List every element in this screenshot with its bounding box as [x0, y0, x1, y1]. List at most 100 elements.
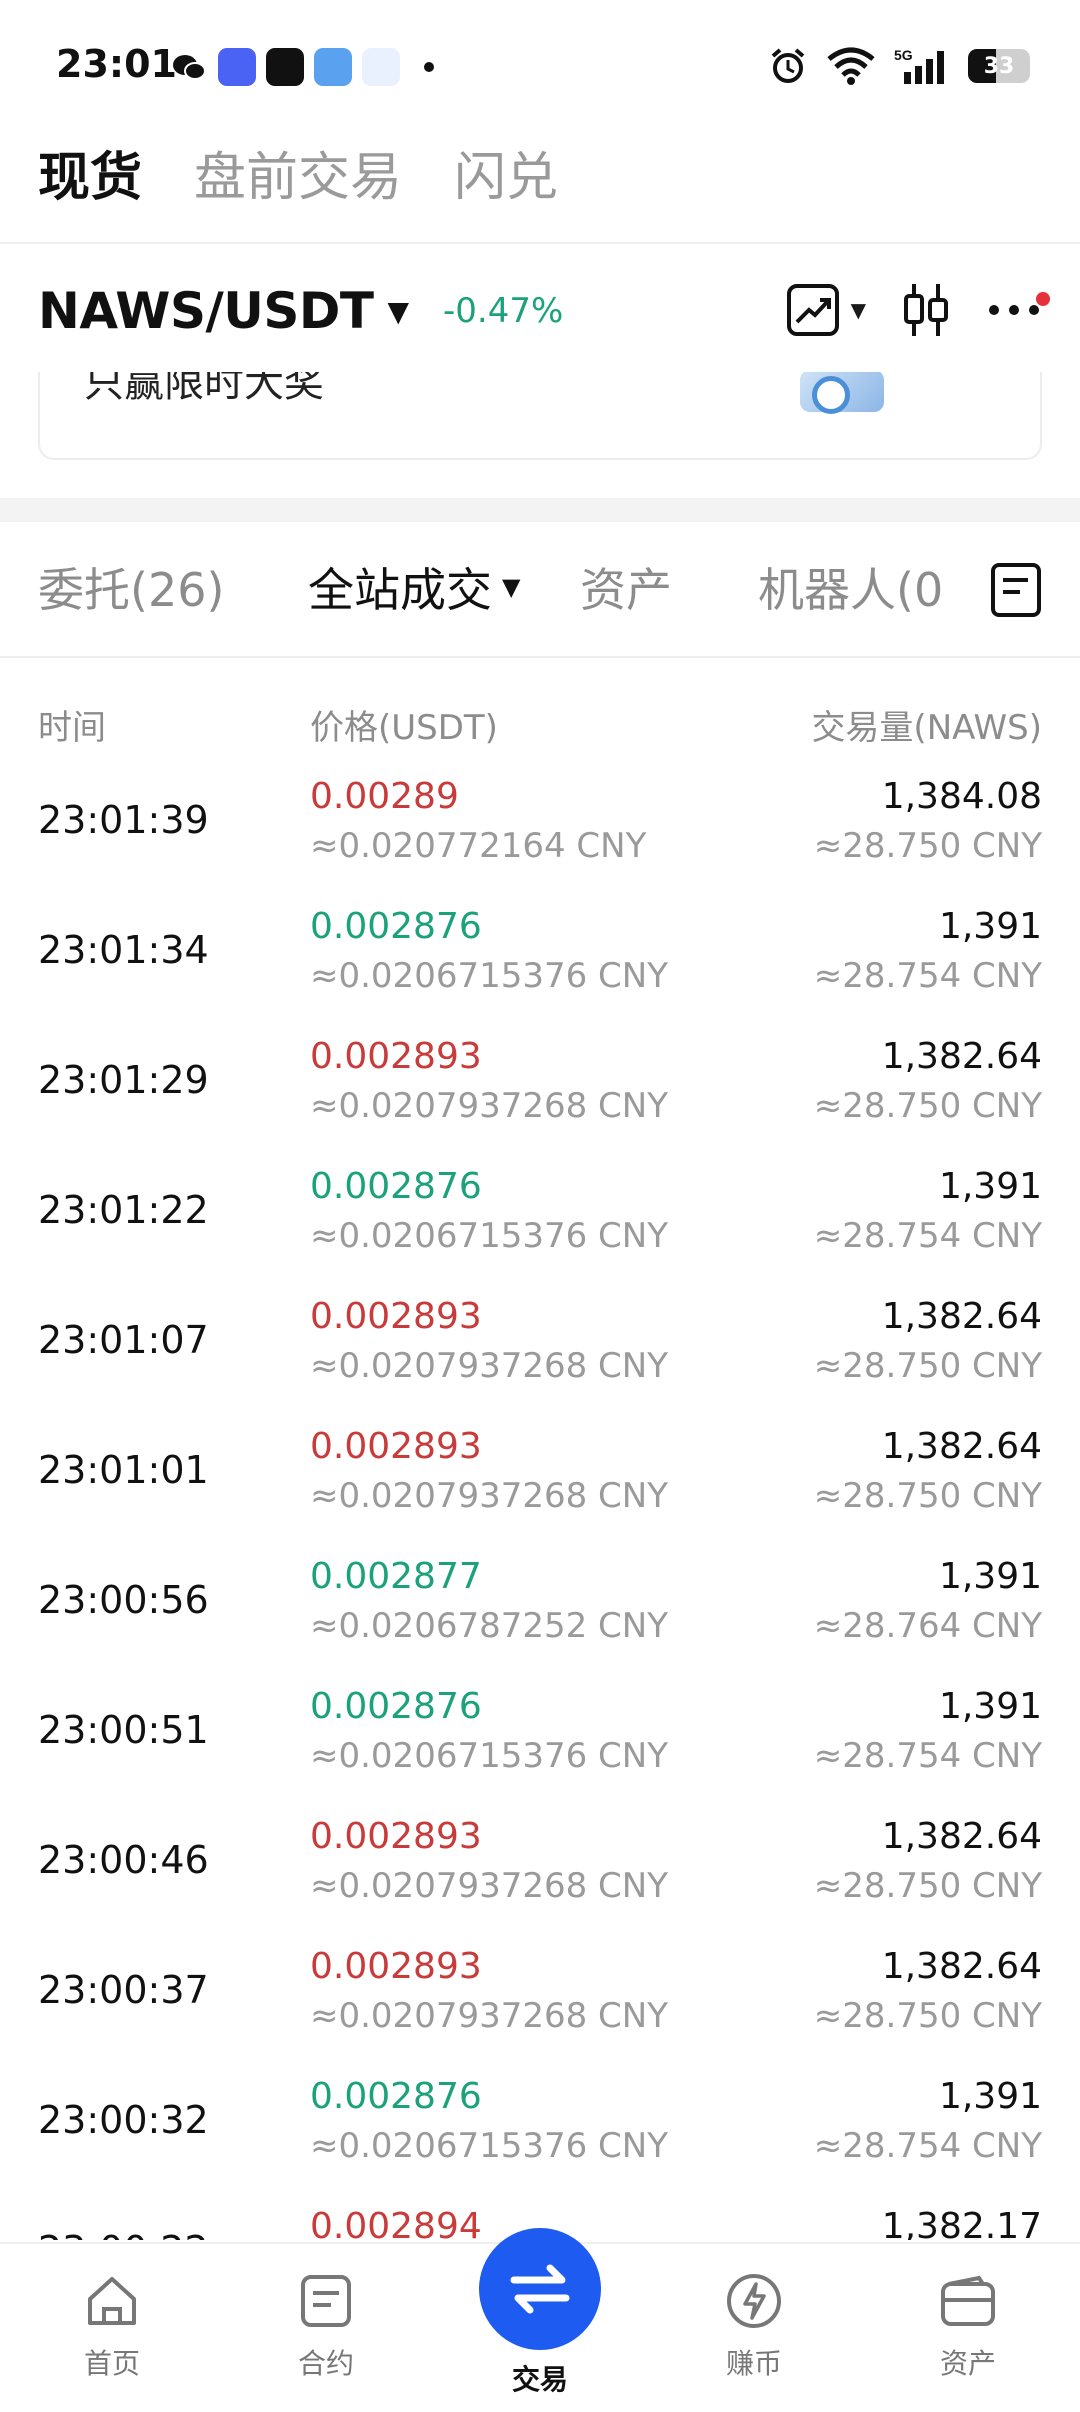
table-row: 23:00:56 0.002877 ≈0.0206787252 CNY 1,391 ≈2… — [38, 1548, 1042, 1678]
table-row: 23:01:39 0.00289 ≈0.020772164 CNY 1,384.08 ≈… — [38, 768, 1042, 898]
pair-header: NAWS/USDT ▼ -0.47% ▼ — [38, 276, 1050, 346]
trade-time: 23:01:39 — [38, 798, 209, 842]
pair-selector[interactable]: NAWS/USDT — [38, 282, 374, 340]
earn-icon — [727, 2274, 781, 2328]
trade-price-cny: ≈0.0207937268 CNY — [310, 1866, 668, 1906]
signal-5g-icon: 5G — [894, 47, 944, 84]
nav-home[interactable]: 首页 — [32, 2266, 192, 2382]
trade-price-cny: ≈0.0206715376 CNY — [310, 956, 668, 996]
status-right: 5G 33 — [768, 46, 1030, 86]
header-price: 价格(USDT) — [310, 708, 498, 748]
trade-time: 23:01:34 — [38, 928, 209, 972]
trade-price-cny: ≈0.0206715376 CNY — [310, 1216, 668, 1256]
kline-button[interactable] — [900, 280, 952, 340]
status-bar: 23:01 5G 33 — [0, 0, 1080, 140]
trade-price: 0.002893 — [310, 1946, 482, 1987]
tab-orders[interactable]: 委托(26) — [38, 554, 224, 620]
caret-down-icon[interactable]: ▼ — [387, 295, 409, 328]
nav-trade-label: 交易 — [511, 2363, 568, 2396]
trade-volume-cny: ≈28.754 CNY — [813, 956, 1042, 996]
top-tabs: 现货 盘前交易 闪兑 — [38, 135, 558, 210]
trade-volume: 1,382.17 — [881, 2206, 1042, 2240]
nav-assets[interactable]: 资产 — [888, 2266, 1048, 2382]
order-history-button[interactable] — [990, 562, 1042, 622]
nav-earn-label: 赚币 — [725, 2347, 782, 2380]
trade-volume: 1,391 — [938, 906, 1042, 947]
trade-volume: 1,382.64 — [881, 1946, 1042, 1987]
tab-pre-market[interactable]: 盘前交易 — [194, 135, 402, 210]
wallet-icon — [941, 2275, 995, 2326]
tab-assets[interactable]: 资产 — [580, 554, 672, 620]
tab-convert[interactable]: 闪兑 — [454, 135, 558, 210]
nav-home-label: 首页 — [83, 2347, 140, 2380]
header-time: 时间 — [38, 708, 106, 748]
chart-toggle-button[interactable]: ▼ — [785, 282, 866, 338]
trade-time: 23:00:37 — [38, 1968, 209, 2012]
trade-time: 23:01:22 — [38, 1188, 209, 1232]
notification-icons — [170, 48, 434, 86]
trade-volume: 1,391 — [938, 1686, 1042, 1727]
table-row: 23:00:51 0.002876 ≈0.0206715376 CNY 1,391 ≈2… — [38, 1678, 1042, 1808]
trade-time: 23:01:07 — [38, 1318, 209, 1362]
swap-icon — [510, 2264, 570, 2314]
promo-banner[interactable]: 只赢限时大奖 — [38, 372, 1042, 460]
trade-price: 0.002893 — [310, 1296, 482, 1337]
weather-icon — [314, 48, 352, 86]
nav-trade[interactable]: 交易 — [460, 2363, 620, 2398]
more-button[interactable] — [986, 292, 1050, 320]
trade-price: 0.002893 — [310, 1816, 482, 1857]
tab-market-trades-label: 全站成交 — [308, 563, 492, 617]
sub-tabs: 委托(26) 全站成交 ▼ 资产 机器人(0 — [38, 552, 1042, 622]
nav-contract[interactable]: 合约 — [246, 2266, 406, 2382]
trade-price-cny: ≈0.020772164 CNY — [310, 826, 647, 866]
trend-chart-icon — [786, 284, 839, 336]
trade-price-cny: ≈0.0206715376 CNY — [310, 2126, 668, 2166]
trade-price: 0.002894 — [310, 2206, 482, 2240]
trade-time: 23:00:56 — [38, 1578, 209, 1622]
trade-volume-cny: ≈28.754 CNY — [813, 1736, 1042, 1776]
trade-volume-cny: ≈28.750 CNY — [813, 1086, 1042, 1126]
candlestick-icon — [904, 284, 948, 336]
feather-app-icon — [362, 48, 400, 86]
trade-time: 23:01:29 — [38, 1058, 209, 1102]
trade-price-cny: ≈0.0206787252 CNY — [310, 1606, 668, 1646]
nav-trade-button[interactable] — [479, 2228, 601, 2350]
trade-volume-cny: ≈28.750 CNY — [813, 1346, 1042, 1386]
trades-table-header: 时间 价格(USDT) 交易量(NAWS) — [38, 700, 1042, 748]
wechat-icon — [173, 55, 206, 80]
more-dots-icon — [989, 305, 1039, 315]
trade-price-cny: ≈0.0207937268 CNY — [310, 1086, 668, 1126]
nav-earn[interactable]: 赚币 — [674, 2266, 834, 2382]
trade-volume: 1,384.08 — [881, 776, 1042, 817]
document-icon — [991, 563, 1041, 617]
trade-price: 0.002876 — [310, 1686, 482, 1727]
trade-volume: 1,382.64 — [881, 1296, 1042, 1337]
table-row: 23:01:34 0.002876 ≈0.0206715376 CNY 1,391 ≈2… — [38, 898, 1042, 1028]
table-row: 23:01:29 0.002893 ≈0.0207937268 CNY 1,382.6… — [38, 1028, 1042, 1158]
battery-level: 33 — [983, 53, 1015, 79]
trade-time: 23:00:51 — [38, 1708, 209, 1752]
trade-volume: 1,391 — [938, 1166, 1042, 1207]
trade-volume-cny: ≈28.764 CNY — [813, 1606, 1042, 1646]
bottom-nav: 首页 合约 交易 赚币 资产 — [0, 2228, 1080, 2412]
trade-volume: 1,382.64 — [881, 1816, 1042, 1857]
trade-time: 23:00:22 — [38, 2228, 209, 2240]
tiktok-icon — [266, 48, 304, 86]
trade-price: 0.002876 — [310, 906, 482, 947]
trade-volume-cny: ≈28.754 CNY — [813, 2126, 1042, 2166]
status-time: 23:01 — [56, 42, 177, 86]
trade-volume-cny: ≈28.750 CNY — [813, 1866, 1042, 1906]
tab-market-trades[interactable]: 全站成交 ▼ — [308, 554, 520, 620]
banner-image — [800, 372, 884, 414]
divider — [0, 656, 1080, 658]
price-change: -0.47% — [443, 291, 564, 331]
nav-assets-label: 资产 — [939, 2347, 996, 2380]
svg-text:5G: 5G — [894, 47, 913, 63]
wifi-icon — [827, 47, 875, 85]
trade-price: 0.002893 — [310, 1036, 482, 1077]
alarm-icon — [771, 48, 805, 83]
tab-spot[interactable]: 现货 — [38, 135, 142, 210]
tab-robots[interactable]: 机器人(0 — [758, 554, 988, 620]
trades-list: 23:01:39 0.00289 ≈0.020772164 CNY 1,384.08 ≈… — [38, 768, 1042, 2240]
nav-contract-label: 合约 — [297, 2347, 354, 2380]
